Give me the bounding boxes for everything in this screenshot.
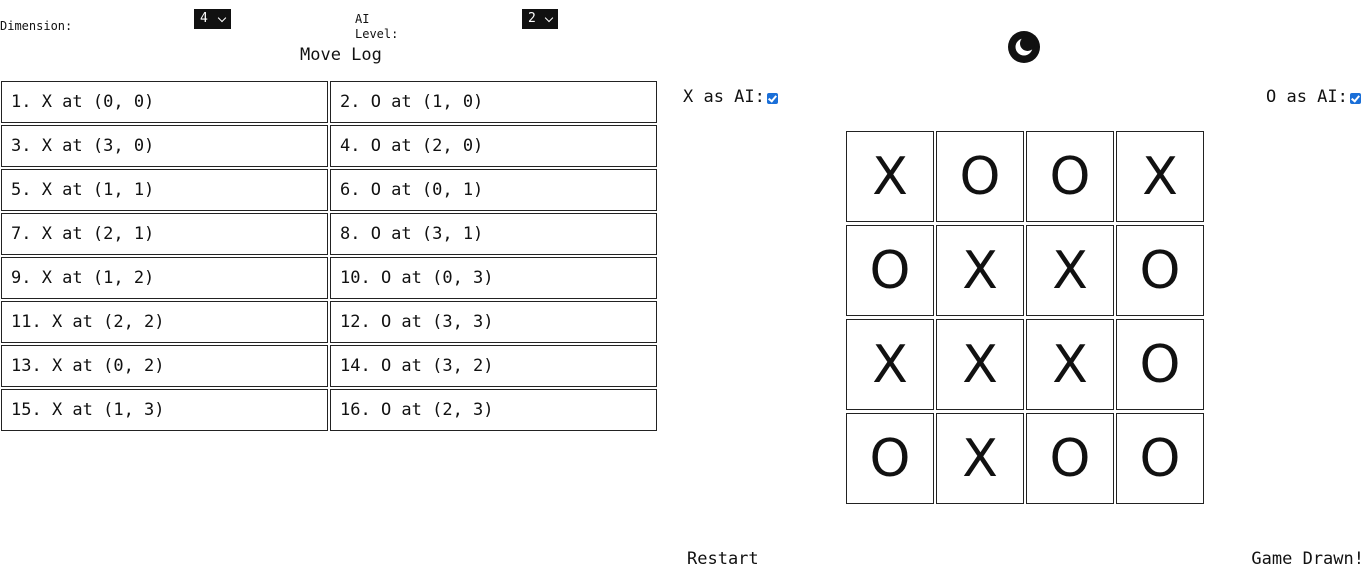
game-board: XOOXOXXOXXXOOXOO — [846, 131, 1204, 504]
board-cell[interactable]: X — [936, 413, 1024, 504]
theme-toggle-button[interactable] — [1008, 31, 1040, 63]
move-log-entry: 2. O at (1, 0) — [330, 81, 657, 123]
dimension-label: Dimension: — [0, 19, 73, 33]
move-log-entry: 9. X at (1, 2) — [1, 257, 328, 299]
chevron-down-icon — [217, 13, 227, 23]
o-as-ai-checkbox[interactable] — [1349, 92, 1361, 104]
restart-button[interactable]: Restart — [687, 549, 759, 569]
board-cell[interactable]: X — [936, 319, 1024, 410]
chevron-down-icon — [544, 13, 554, 23]
move-log-entry: 10. O at (0, 3) — [330, 257, 657, 299]
board-cell[interactable]: X — [1026, 225, 1114, 316]
board-cell[interactable]: X — [846, 319, 934, 410]
board-cell[interactable]: X — [936, 225, 1024, 316]
move-log-entry: 8. O at (3, 1) — [330, 213, 657, 255]
board-cell[interactable]: O — [1026, 131, 1114, 222]
ai-level-label: AI Level: — [355, 12, 399, 41]
x-as-ai-checkbox[interactable] — [766, 92, 778, 104]
x-as-ai-toggle: X as AI: — [683, 88, 778, 106]
ai-level-select[interactable]: 2 — [522, 9, 558, 29]
move-log-entry: 15. X at (1, 3) — [1, 389, 328, 431]
x-as-ai-label: X as AI: — [683, 87, 765, 107]
board-cell[interactable]: O — [1116, 319, 1204, 410]
move-log-entry: 14. O at (3, 2) — [330, 345, 657, 387]
move-log-entry: 6. O at (0, 1) — [330, 169, 657, 211]
ai-level-value: 2 — [528, 11, 536, 26]
move-log-entry: 16. O at (2, 3) — [330, 389, 657, 431]
board-cell[interactable]: X — [846, 131, 934, 222]
game-page: Dimension: 4 AI Level: 2 Move Log 1. X a… — [0, 0, 1366, 579]
move-log-entry: 4. O at (2, 0) — [330, 125, 657, 167]
board-cell[interactable]: O — [846, 413, 934, 504]
board-cell[interactable]: O — [1026, 413, 1114, 504]
move-log-entry: 11. X at (2, 2) — [1, 301, 328, 343]
board-cell[interactable]: O — [1116, 413, 1204, 504]
move-log-entry: 1. X at (0, 0) — [1, 81, 328, 123]
board-cell[interactable]: O — [846, 225, 934, 316]
move-log-entry: 13. X at (0, 2) — [1, 345, 328, 387]
board-cell[interactable]: O — [1116, 225, 1204, 316]
move-log-entry: 12. O at (3, 3) — [330, 301, 657, 343]
moon-icon — [1015, 36, 1035, 56]
move-log-entry: 7. X at (2, 1) — [1, 213, 328, 255]
move-log-title: Move Log — [300, 45, 382, 65]
game-status: Game Drawn! — [1251, 549, 1364, 569]
move-log-entry: 3. X at (3, 0) — [1, 125, 328, 167]
dimension-select[interactable]: 4 — [194, 9, 231, 29]
o-as-ai-label: O as AI: — [1266, 87, 1348, 107]
board-cell[interactable]: X — [1026, 319, 1114, 410]
board-cell[interactable]: O — [936, 131, 1024, 222]
board-cell[interactable]: X — [1116, 131, 1204, 222]
move-log-entry: 5. X at (1, 1) — [1, 169, 328, 211]
move-log: 1. X at (0, 0) 2. O at (1, 0) 3. X at (3, … — [1, 81, 657, 431]
dimension-value: 4 — [200, 11, 208, 26]
o-as-ai-toggle: O as AI: — [1266, 88, 1361, 106]
